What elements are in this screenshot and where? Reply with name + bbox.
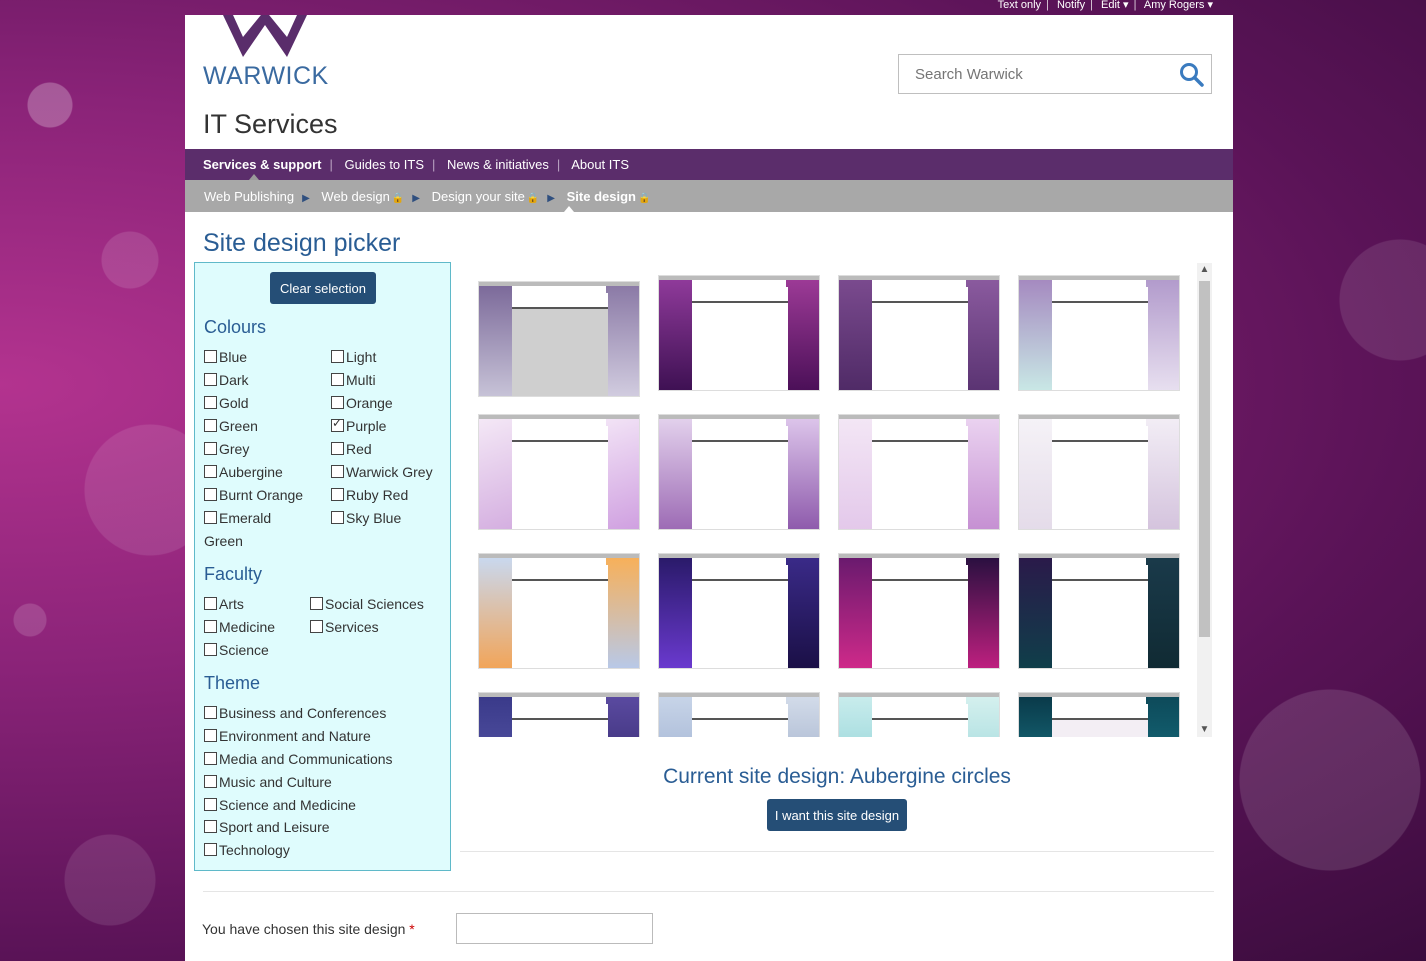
divider — [460, 851, 1214, 852]
arrow-right-icon: ▶ — [547, 193, 555, 204]
want-design-button[interactable]: I want this site design — [767, 799, 907, 831]
arrow-right-icon: ▶ — [412, 193, 420, 204]
checkbox-sport[interactable]: Sport and Leisure — [204, 819, 330, 835]
checkbox-media[interactable]: Media and Communications — [204, 751, 393, 767]
crumb-active-marker — [564, 206, 574, 212]
filter-panel: Clear selection Colours Blue Dark Gold G… — [194, 262, 451, 871]
edit-menu[interactable]: Edit ▾ — [1101, 0, 1129, 11]
design-thumbnail[interactable] — [1018, 553, 1180, 669]
checkbox-science[interactable]: Science — [204, 642, 269, 658]
checkmark-icon — [331, 416, 344, 432]
design-thumbnail[interactable] — [658, 275, 820, 391]
clear-selection-button[interactable]: Clear selection — [270, 272, 376, 304]
checkbox-business[interactable]: Business and Conferences — [204, 705, 386, 721]
checkbox-multi[interactable]: Multi — [331, 372, 376, 388]
checkbox-red[interactable]: Red — [331, 441, 372, 457]
checkbox-dark[interactable]: Dark — [204, 372, 249, 388]
logo-wordmark: WARWICK — [203, 62, 329, 90]
nav-item-services-support[interactable]: Services & support — [203, 157, 322, 172]
current-design-label: Current site design: Aubergine circles — [663, 765, 1011, 788]
checkbox-arts[interactable]: Arts — [204, 596, 244, 612]
checkbox-emerald-green[interactable]: Emerald — [204, 510, 271, 526]
crumb-design-your-site[interactable]: Design your site — [432, 189, 525, 204]
lock-icon: 🔒 — [526, 193, 540, 204]
scroll-down-icon[interactable]: ▼ — [1197, 723, 1212, 737]
notify-link[interactable]: Notify — [1057, 0, 1085, 11]
caret-down-icon: ▾ — [1123, 0, 1129, 11]
main-nav: Services & support | Guides to ITS | News … — [185, 149, 1233, 180]
arrow-right-icon: ▶ — [302, 193, 310, 204]
checkbox-technology[interactable]: Technology — [204, 842, 290, 858]
design-thumbnail[interactable] — [478, 553, 640, 669]
warwick-w-icon — [223, 10, 307, 57]
nav-item-news[interactable]: News & initiatives — [447, 157, 549, 172]
checkbox-environment[interactable]: Environment and Nature — [204, 728, 371, 744]
utility-links: Text only | Notify | Edit ▾ | Amy Rogers ▾ — [997, 0, 1213, 11]
checkbox-green[interactable]: Green — [204, 418, 258, 434]
design-thumbnail[interactable] — [478, 281, 640, 397]
design-thumbnail[interactable] — [658, 553, 820, 669]
search-input[interactable] — [913, 65, 1167, 84]
nav-item-about[interactable]: About ITS — [571, 157, 629, 172]
design-thumbnail[interactable] — [478, 692, 640, 737]
search-icon[interactable] — [1179, 62, 1205, 88]
design-thumbnail[interactable] — [1018, 692, 1180, 737]
required-marker: * — [409, 921, 415, 937]
checkbox-ruby-red[interactable]: Ruby Red — [331, 487, 408, 503]
design-thumbnail[interactable] — [658, 414, 820, 530]
theme-heading: Theme — [204, 673, 261, 693]
design-thumbnail[interactable] — [658, 692, 820, 737]
gallery-scrollbar[interactable]: ▲ ▼ — [1197, 263, 1212, 737]
crumb-web-publishing[interactable]: Web Publishing — [204, 189, 294, 204]
checkbox-social-sciences[interactable]: Social Sciences — [310, 596, 424, 612]
checkbox-grey[interactable]: Grey — [204, 441, 249, 457]
crumb-web-design[interactable]: Web design — [321, 189, 389, 204]
page: WARWICK IT Services Services & support| … — [185, 10, 1233, 961]
checkbox-light[interactable]: Light — [331, 349, 376, 365]
lock-icon: 🔒 — [391, 193, 405, 204]
checkbox-science-medicine[interactable]: Science and Medicine — [204, 797, 356, 813]
design-gallery — [470, 263, 1212, 737]
checkbox-purple[interactable]: Purple — [331, 416, 386, 434]
design-thumbnail[interactable] — [838, 414, 1000, 530]
divider — [203, 891, 1214, 892]
checkbox-services[interactable]: Services — [310, 619, 379, 635]
chosen-design-label: You have chosen this site design * — [202, 921, 415, 937]
caret-down-icon: ▾ — [1207, 0, 1213, 11]
design-thumbnail[interactable] — [478, 414, 640, 530]
text-only-link[interactable]: Text only — [998, 0, 1041, 11]
breadcrumb: Web Publishing ▶ Web design 🔒 ▶ Design your… — [185, 180, 1233, 212]
checkbox-burnt-orange[interactable]: Burnt Orange — [204, 487, 303, 503]
warwick-logo[interactable]: WARWICK — [203, 10, 329, 90]
chosen-design-field[interactable] — [456, 913, 653, 944]
checkbox-aubergine[interactable]: Aubergine — [204, 464, 283, 480]
design-thumbnail[interactable] — [1018, 414, 1180, 530]
page-title: Site design picker — [203, 229, 401, 257]
utility-bar: Text only | Notify | Edit ▾ | Amy Rogers ▾ — [185, 0, 1233, 15]
faculty-heading: Faculty — [204, 564, 263, 584]
scrollbar-thumb[interactable] — [1199, 281, 1210, 637]
design-thumbnail[interactable] — [1018, 275, 1180, 391]
user-menu[interactable]: Amy Rogers ▾ — [1144, 0, 1213, 11]
colours-heading: Colours — [204, 317, 267, 337]
checkbox-gold[interactable]: Gold — [204, 395, 249, 411]
design-thumbnail[interactable] — [838, 553, 1000, 669]
lock-icon: 🔒 — [637, 193, 651, 204]
checkbox-warwick-grey[interactable]: Warwick Grey — [331, 464, 433, 480]
checkbox-medicine[interactable]: Medicine — [204, 619, 275, 635]
scroll-up-icon[interactable]: ▲ — [1197, 263, 1212, 277]
design-thumbnail[interactable] — [838, 692, 1000, 737]
search-box — [898, 54, 1212, 94]
crumb-site-design[interactable]: Site design — [567, 189, 636, 204]
checkbox-blue[interactable]: Blue — [204, 349, 247, 365]
design-thumbnail[interactable] — [838, 275, 1000, 391]
checkbox-sky-blue[interactable]: Sky Blue — [331, 510, 401, 526]
checkbox-orange[interactable]: Orange — [331, 395, 393, 411]
site-title[interactable]: IT Services — [203, 109, 338, 140]
nav-item-guides[interactable]: Guides to ITS — [345, 157, 424, 172]
checkbox-label-wrap: Green — [204, 533, 243, 549]
checkbox-music[interactable]: Music and Culture — [204, 774, 332, 790]
